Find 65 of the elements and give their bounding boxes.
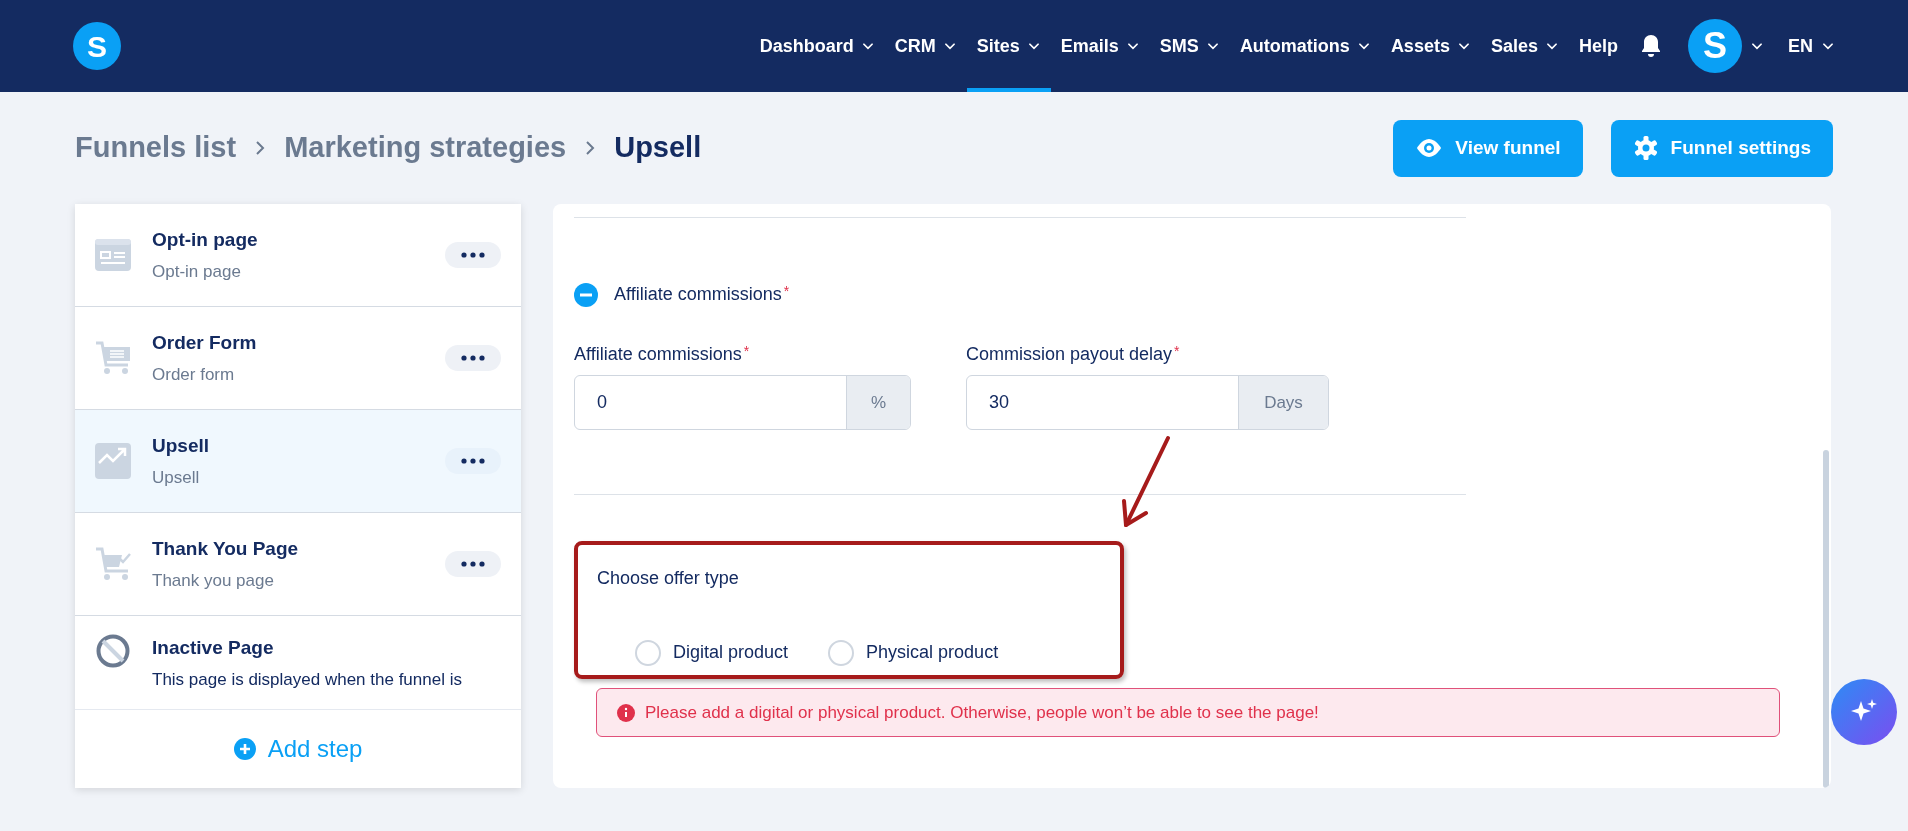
info-icon: [617, 703, 635, 722]
step-subtitle: Opt-in page: [152, 260, 242, 283]
step-item[interactable]: Upsell Upsell: [75, 410, 521, 513]
nav-menu[interactable]: Sites: [966, 0, 1051, 92]
language-menu[interactable]: EN: [1774, 0, 1835, 92]
input-group[interactable]: 0 %: [574, 375, 911, 430]
step-item[interactable]: Opt-in page Opt-in page: [75, 204, 521, 307]
input-group[interactable]: 30 Days: [966, 375, 1329, 430]
more-button[interactable]: [445, 345, 501, 371]
collapse-toggle[interactable]: [574, 282, 598, 307]
step-item[interactable]: Thank You Page Thank you page: [75, 513, 521, 616]
settings-icon: [1632, 135, 1659, 161]
step-subtitle: This page is displayed when the funnel is: [152, 668, 463, 691]
nav-menu[interactable]: Automations: [1229, 0, 1381, 92]
nav-menu[interactable]: Dashboard: [749, 0, 885, 92]
group-label: Choose offer type: [597, 567, 740, 590]
step-title: Thank You Page: [152, 537, 300, 561]
trend-chart-icon: [95, 443, 131, 479]
section-label: Affiliate commissions: [614, 283, 782, 306]
step-item[interactable]: Order Form Order form: [75, 307, 521, 410]
required-mark: *: [1174, 342, 1180, 361]
input-field[interactable]: 0: [575, 376, 846, 429]
input-addon: Days: [1238, 376, 1328, 429]
nav-menu[interactable]: Assets: [1380, 0, 1481, 92]
radio-option[interactable]: Digital product: [635, 639, 789, 666]
breadcrumb-link[interactable]: Funnels list: [75, 126, 237, 170]
nav-menu[interactable]: CRM: [884, 0, 967, 92]
more-icon: [461, 252, 485, 258]
more-icon: [461, 355, 485, 361]
error-alert: Please add a digital or physical product. Otherwise, people won’t be able to see the page!: [596, 688, 1780, 737]
field-label: Commission payout delay: [966, 343, 1173, 366]
nav-menu[interactable]: Emails: [1050, 0, 1150, 92]
required-mark: *: [743, 342, 750, 361]
required-mark: *: [783, 282, 790, 301]
step-item[interactable]: Inactive Page This page is displayed when the funnel is: [75, 616, 521, 708]
more-icon: [461, 561, 485, 567]
step-subtitle: Order form: [152, 363, 236, 386]
form-card-icon: [95, 239, 131, 271]
step-title: Upsell: [152, 434, 211, 458]
breadcrumb-link[interactable]: Marketing strategies: [284, 126, 567, 170]
bell-icon: [1640, 34, 1662, 58]
more-button[interactable]: [445, 242, 501, 268]
cart-icon: [95, 340, 131, 376]
step-subtitle: Thank you page: [152, 569, 275, 592]
nav-menu[interactable]: SMS: [1149, 0, 1230, 92]
nav-menu[interactable]: Help: [1568, 0, 1628, 92]
step-title: Inactive Page: [152, 636, 275, 660]
more-button[interactable]: [445, 448, 501, 474]
more-icon: [461, 458, 485, 464]
breadcrumb-current: Upsell: [614, 130, 702, 166]
radio-option[interactable]: Physical product: [828, 639, 999, 666]
input-addon: %: [846, 376, 910, 429]
step-subtitle: Upsell: [152, 466, 201, 489]
prohibited-icon: [96, 634, 130, 668]
field-label: Affiliate commissions: [574, 343, 742, 366]
step-title: Opt-in page: [152, 228, 259, 252]
input-field[interactable]: 30: [967, 376, 1238, 429]
cart-check-icon: [95, 546, 131, 582]
more-button[interactable]: [445, 551, 501, 577]
minus-icon: [574, 282, 598, 307]
step-title: Order Form: [152, 331, 258, 355]
eye-icon: [1415, 138, 1444, 158]
plus-icon: [233, 738, 256, 760]
scrollbar[interactable]: [1823, 450, 1829, 788]
nav-menu[interactable]: Sales: [1480, 0, 1569, 92]
